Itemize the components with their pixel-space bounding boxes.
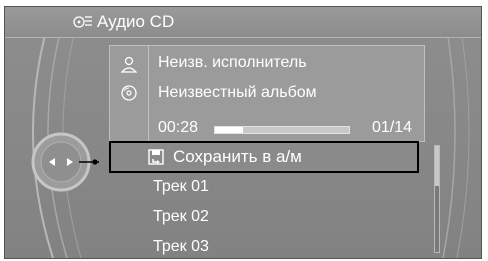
scroll-thumb[interactable] bbox=[435, 146, 439, 186]
track-counter: 01/14 bbox=[371, 119, 412, 136]
track-item-02[interactable]: Трек 02 bbox=[153, 208, 209, 226]
media-source-icon bbox=[73, 16, 92, 28]
album-label: Неизвестный альбом bbox=[158, 84, 317, 101]
progress-fill bbox=[215, 127, 243, 133]
artist-label: Неизв. исполнитель bbox=[158, 54, 307, 71]
track-item-01[interactable]: Трек 01 bbox=[153, 178, 209, 196]
track-item-03[interactable]: Трек 03 bbox=[153, 238, 209, 256]
menu-item-save-to-car[interactable]: Сохранить в а/м bbox=[109, 141, 419, 173]
scrollbar[interactable] bbox=[434, 145, 440, 253]
person-icon bbox=[120, 56, 138, 73]
title-bar: Аудио CD bbox=[5, 7, 481, 38]
progress-bar bbox=[214, 126, 350, 134]
controller-knob-icon bbox=[31, 132, 99, 192]
save-to-car-icon bbox=[148, 149, 164, 165]
elapsed-time: 00:28 bbox=[158, 119, 199, 136]
disc-icon bbox=[121, 85, 137, 101]
idrive-screen: Аудио CD Неизв. исполнитель Неизвестный … bbox=[4, 6, 482, 259]
page-title: Аудио CD bbox=[97, 12, 175, 31]
menu-item-label: Сохранить в а/м bbox=[173, 147, 302, 166]
info-icon-column bbox=[110, 46, 149, 141]
now-playing-panel: Неизв. исполнитель Неизвестный альбом 00… bbox=[109, 45, 425, 142]
